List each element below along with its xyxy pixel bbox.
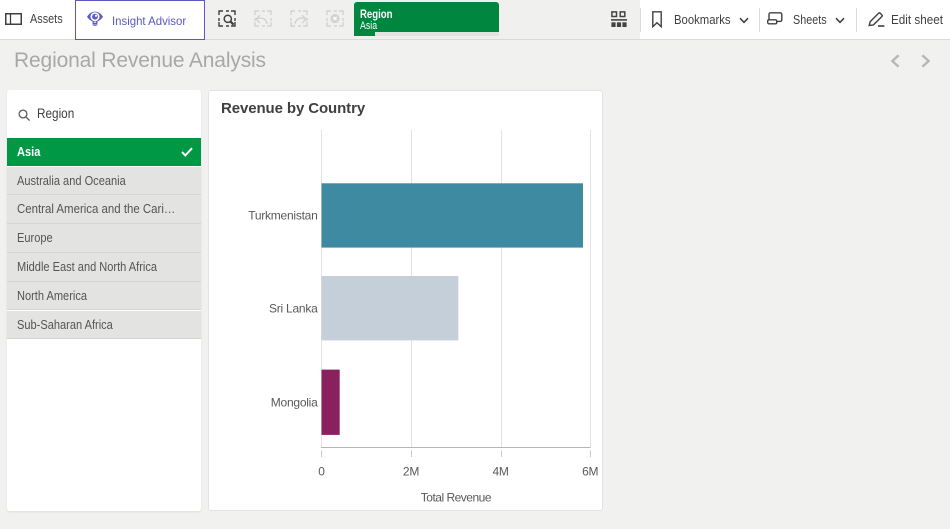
- svg-text:2M: 2M: [403, 465, 419, 479]
- svg-text:Turkmenistan: Turkmenistan: [248, 209, 317, 223]
- svg-text:4M: 4M: [493, 465, 509, 479]
- svg-text:0: 0: [318, 465, 325, 479]
- svg-text:6M: 6M: [582, 465, 598, 479]
- svg-text:Sri Lanka: Sri Lanka: [269, 301, 318, 315]
- svg-text:Mongolia: Mongolia: [271, 395, 318, 409]
- svg-text:Total Revenue: Total Revenue: [421, 491, 492, 505]
